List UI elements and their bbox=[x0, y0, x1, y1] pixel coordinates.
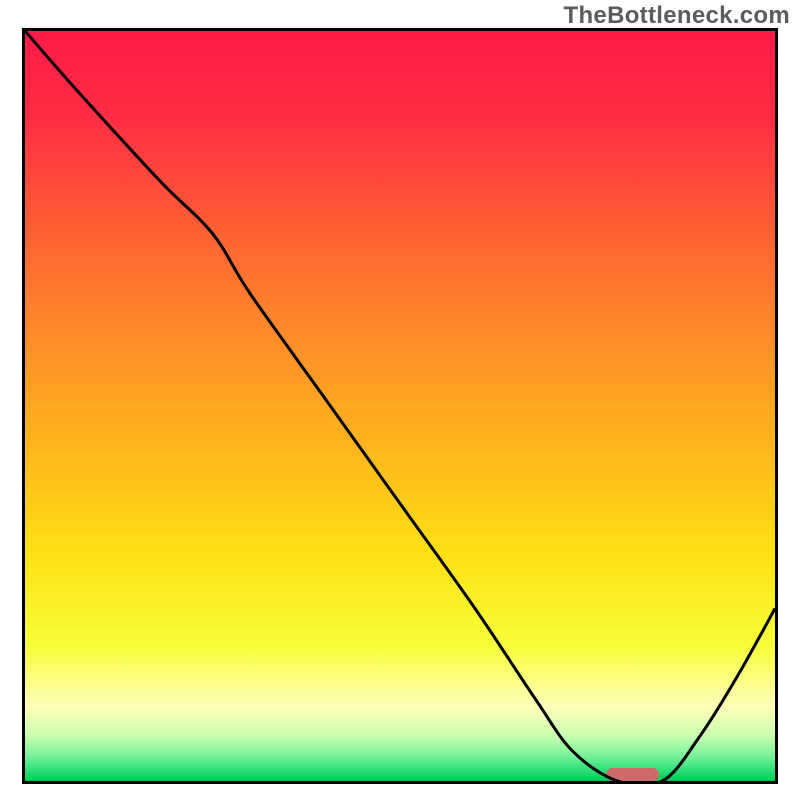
chart-svg bbox=[22, 28, 778, 784]
plot-area bbox=[22, 28, 778, 784]
chart-stage: TheBottleneck.com bbox=[0, 0, 800, 800]
watermark-text: TheBottleneck.com bbox=[564, 2, 790, 30]
gradient-background bbox=[25, 31, 775, 781]
